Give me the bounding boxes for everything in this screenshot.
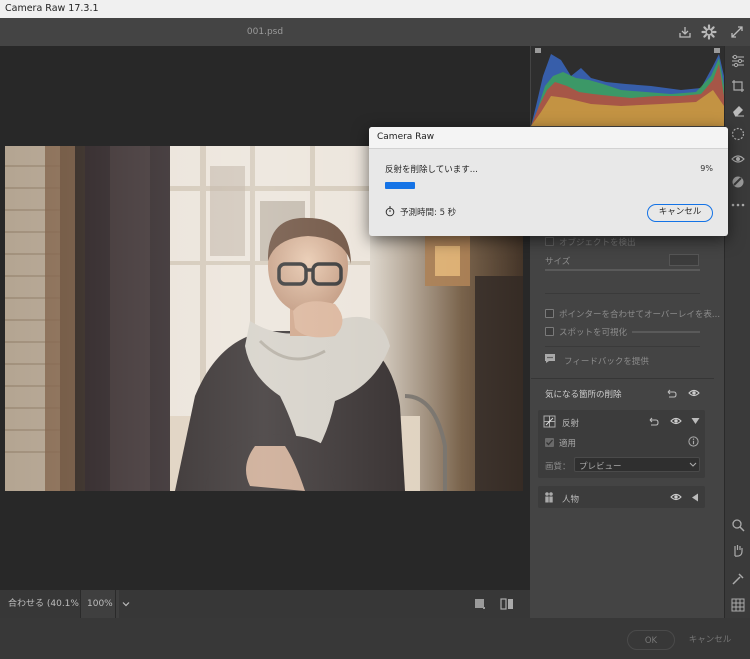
dialog-title-bar: Camera Raw [369,127,728,149]
reflections-reset-icon[interactable] [647,416,659,426]
feedback-link[interactable]: フィードバックを提供 [564,355,649,367]
quality-value: プレビュー [579,461,622,472]
quality-label: 画質： [545,462,571,472]
progress-message: 反射を削除しています... [385,165,478,175]
dialog-cancel-button[interactable]: キャンセル [647,204,713,222]
window-title-bar: Camera Raw 17.3.1 [0,0,750,18]
zoom-tool-icon[interactable] [731,518,745,532]
reflection-window-icon [543,415,556,428]
estimated-time: 予測時間: 5 秒 [400,208,457,218]
window-title: Camera Raw 17.3.1 [5,3,99,14]
settings-gear-icon[interactable] [701,24,717,40]
histogram [531,46,724,126]
feedback-icon[interactable] [544,353,556,364]
zoom-bar: 合わせる (40.1%) 100% [0,590,530,618]
progress-dialog: Camera Raw 反射を削除しています... 9% 予測時間: 5 秒 キャ… [369,127,728,236]
people-eye-icon[interactable] [670,492,682,502]
reflections-label: 反射 [562,419,580,429]
more-icon[interactable] [731,198,745,212]
crop-icon[interactable] [731,79,745,93]
grid-icon[interactable] [731,598,745,612]
quality-select[interactable]: プレビュー [574,457,700,472]
visibility-eye-icon[interactable] [688,388,700,398]
ok-button[interactable]: OK [627,630,675,650]
chevron-down-icon [689,462,697,467]
checkmark-icon [546,439,553,446]
distractions-title: 気になる箇所の削除 [545,390,622,400]
apply-label: 適用 [559,439,577,449]
presets-icon[interactable] [731,175,745,189]
overlay-label: ポインターを合わせてオーバーレイを表... [559,310,721,320]
visualize-spots-label: スポットを可視化 [559,328,628,338]
divider [531,378,714,379]
progress-percent: 9% [700,164,713,173]
fullscreen-icon[interactable] [729,24,745,40]
zoom-dropdown-button[interactable] [115,590,136,618]
masking-icon[interactable] [731,127,745,141]
info-icon[interactable] [688,436,699,447]
save-icon[interactable] [677,24,693,40]
detect-objects-label: オブジェクトを検出 [559,238,636,248]
stopwatch-icon [385,206,395,217]
apply-checkbox[interactable] [545,438,554,447]
people-icon [545,492,553,503]
divider [545,346,700,347]
view-mode-icon[interactable] [474,598,486,610]
detect-objects-checkbox[interactable] [545,237,554,246]
hand-tool-icon[interactable] [731,543,745,557]
progress-fill [385,182,415,189]
zoom-100-button[interactable]: 100% [80,590,119,618]
zoom-fit-button[interactable]: 合わせる (40.1%) [2,590,88,618]
dialog-title: Camera Raw [377,132,435,142]
color-sampler-icon[interactable] [731,572,745,586]
edit-sliders-icon[interactable] [731,54,745,68]
size-slider[interactable] [545,269,700,271]
chevron-down-icon [122,601,130,606]
size-label: サイズ [545,257,571,267]
people-label: 人物 [562,495,580,505]
progress-bar [385,182,713,189]
overlay-checkbox[interactable] [545,309,554,318]
visualize-spots-slider[interactable] [632,331,700,333]
divider [545,293,700,294]
reflections-eye-icon[interactable] [670,416,682,426]
remove-eraser-icon[interactable] [731,103,745,117]
size-input[interactable] [669,254,699,266]
header-bar: 001.psd [0,18,750,46]
collapse-triangle-icon[interactable] [691,417,700,425]
reset-icon[interactable] [665,388,677,398]
visualize-spots-checkbox[interactable] [545,327,554,336]
expand-triangle-icon[interactable] [691,493,699,502]
before-after-icon[interactable] [500,598,514,610]
footer-cancel-button[interactable]: キャンセル [683,630,737,650]
red-eye-icon[interactable] [731,152,745,166]
file-name: 001.psd [246,27,284,37]
